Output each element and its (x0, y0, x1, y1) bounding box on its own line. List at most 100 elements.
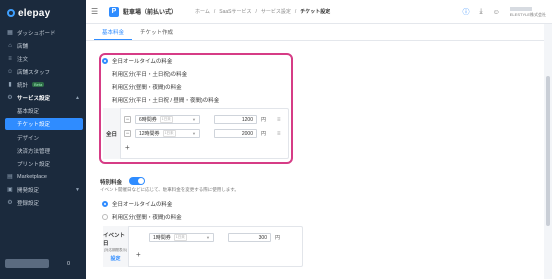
sidebar-item-staff[interactable]: ☺ 店舗スタッフ (0, 65, 86, 78)
sidebar-sub-payment[interactable]: 決済方法管理 (0, 144, 86, 157)
sidebar-item-label: 店舗 (17, 43, 29, 50)
price-unit: 円 (275, 235, 281, 241)
hamburger-menu-icon[interactable]: ☰ (91, 7, 99, 16)
sidebar-item-label: 店舗スタッフ (17, 69, 51, 76)
slot-label-text: イベント日 (103, 233, 126, 247)
help-icon[interactable]: ⓘ (463, 7, 470, 17)
basic-row-2: − 12時間券 1日未 ▼ 2000 円 ≡ (124, 129, 281, 138)
logo[interactable]: elepay (0, 0, 86, 26)
order-icon: ≡ (8, 55, 12, 62)
sidebar-sub-ticket[interactable]: チケット設定 (5, 118, 83, 130)
drag-handle-icon[interactable]: ≡ (277, 131, 281, 137)
sidebar-item-store[interactable]: ⌂ 店舗 (0, 39, 86, 52)
radio-selected[interactable] (102, 58, 108, 64)
price-input[interactable]: 1200 (214, 115, 257, 124)
price-input[interactable]: 300 (228, 233, 271, 242)
slot-settings-link[interactable]: 設定 (110, 255, 120, 262)
remove-row-button[interactable]: − (124, 116, 131, 123)
drag-handle-icon[interactable]: ≡ (277, 117, 281, 123)
company-info[interactable]: ELESTYLE株式会社 (509, 6, 546, 18)
tab-bar: 基本料金 チケット作成 (86, 24, 544, 41)
sidebar-item-registration[interactable]: ⚙ 登録設定 (0, 196, 86, 209)
breadcrumb-home[interactable]: ホーム (195, 8, 210, 15)
duration-select[interactable]: 6時間券 1日未 ▼ (135, 115, 200, 124)
duration-hint: 1日未 (162, 130, 176, 137)
duration-value: 1時間券 (153, 235, 171, 241)
duration-value: 6時間券 (139, 117, 157, 123)
special-option-daynight[interactable]: 利用区分(昼間・夜間)の料金 (102, 213, 182, 221)
download-icon[interactable]: ⤓ (480, 8, 483, 16)
chevron-down-icon: ▼ (206, 235, 210, 240)
logo-text: elepay (18, 7, 51, 19)
option-label: 全日オールタイムの料金 (112, 202, 173, 208)
special-slot-label: イベント日 (対応期間表示) 設定 (103, 226, 129, 267)
redacted-user-name (5, 259, 49, 268)
basic-option-weekday[interactable]: 利用区分(平日・土日祝)の料金 (112, 70, 187, 78)
price-input[interactable]: 2000 (214, 129, 257, 138)
sidebar: elepay ▦ ダッシュボード ⌂ 店舗 ≡ 注文 ☺ 店舗スタッフ ▮ 統計… (0, 0, 86, 279)
duration-select[interactable]: 1時間券 1日未 ▼ (149, 233, 214, 242)
sidebar-item-stats[interactable]: ▮ 統計 Beta (0, 78, 86, 91)
sidebar-item-marketplace[interactable]: ▤ Marketplace (0, 170, 86, 183)
chevron-down-icon: ▼ (192, 131, 196, 136)
option-label: 利用区分(平日・土日祝 / 昼間・夜間)の料金 (112, 98, 220, 104)
duration-hint: 1日未 (173, 234, 187, 241)
option-label: 利用区分(平日・土日祝)の料金 (112, 72, 188, 78)
sidebar-sub-basic[interactable]: 基本設定 (0, 104, 86, 117)
option-label: 全日オールタイムの料金 (112, 59, 173, 65)
chevron-down-icon: ▼ (75, 186, 80, 193)
sidebar-item-label: 注文 (17, 56, 29, 63)
sidebar-user[interactable]: 0 (5, 259, 70, 268)
user-icon[interactable]: ☺ (493, 9, 500, 16)
add-row-icon[interactable]: + (125, 143, 130, 152)
scrollbar[interactable] (544, 24, 552, 279)
sidebar-item-dev[interactable]: ▣ 開発設定 ▼ (0, 183, 86, 196)
basic-slot-label: 全日 (103, 108, 121, 159)
basic-option-daynight[interactable]: 利用区分(昼間・夜間)の料金 (112, 83, 182, 91)
chevron-down-icon: ▼ (192, 117, 196, 122)
radio-unselected[interactable] (102, 214, 108, 220)
add-row-icon[interactable]: + (136, 250, 141, 259)
sidebar-item-orders[interactable]: ≡ 注文 (0, 52, 86, 65)
sidebar-sub-print[interactable]: プリント設定 (0, 157, 86, 170)
elepay-logo-icon (7, 9, 15, 17)
tab-ticket-create[interactable]: チケット作成 (132, 24, 181, 40)
scrollbar-thumb[interactable] (546, 76, 550, 226)
sidebar-nav: ▦ ダッシュボード ⌂ 店舗 ≡ 注文 ☺ 店舗スタッフ ▮ 統計 Beta ⚙… (0, 26, 86, 209)
radio-selected[interactable] (102, 201, 108, 207)
breadcrumb-service[interactable]: サービス設定 (261, 8, 291, 15)
sidebar-item-label: ダッシュボード (17, 30, 56, 37)
main-content: 基本料金 チケット作成 全日オールタイムの料金 利用区分(平日・土日祝)の料金 … (86, 24, 544, 279)
basic-option-combined[interactable]: 利用区分(平日・土日祝 / 昼間・夜間)の料金 (112, 96, 219, 104)
redacted-user-name (509, 6, 532, 11)
special-fee-note: イベント開催日などに応じて、駐車料金を変更する際に使用します。 (100, 187, 239, 192)
company-name: ELESTYLE株式会社 (509, 11, 546, 17)
duration-select[interactable]: 12時間券 1日未 ▼ (135, 129, 200, 138)
special-fee-toggle[interactable] (129, 177, 145, 185)
slot-label-text: 全日 (105, 131, 117, 138)
duration-hint: 1日未 (159, 116, 173, 123)
option-label: 利用区分(昼間・夜間)の料金 (112, 215, 182, 221)
breadcrumb: ホーム / SaaSサービス / サービス設定 / チケット設定 (195, 8, 331, 16)
breadcrumb-current: チケット設定 (300, 9, 331, 15)
dashboard-icon: ▦ (7, 30, 13, 36)
registration-icon: ⚙ (7, 200, 13, 206)
store-icon: ⌂ (8, 42, 12, 49)
basic-option-allday[interactable]: 全日オールタイムの料金 (102, 57, 172, 65)
breadcrumb-separator: / (294, 8, 297, 15)
option-label: 利用区分(昼間・夜間)の料金 (112, 85, 182, 91)
sidebar-section-service[interactable]: ⚙ サービス設定 ▲ (0, 91, 86, 104)
sidebar-item-label: Marketplace (17, 173, 47, 180)
special-option-allday[interactable]: 全日オールタイムの料金 (102, 200, 172, 208)
special-fee-label: 特別料金 (100, 180, 123, 186)
breadcrumb-saas[interactable]: SaaSサービス (219, 8, 251, 15)
tab-basic-fee[interactable]: 基本料金 (94, 24, 133, 40)
price-unit: 円 (261, 131, 267, 137)
basic-row-1: − 6時間券 1日未 ▼ 1200 円 ≡ (124, 115, 281, 124)
sidebar-sub-design[interactable]: デザイン (0, 131, 86, 144)
special-row-1: 1時間券 1日未 ▼ 300 円 (149, 233, 287, 242)
service-icon: ⚙ (7, 95, 13, 101)
sidebar-item-dashboard[interactable]: ▦ ダッシュボード (0, 26, 86, 39)
remove-row-button[interactable]: − (124, 130, 131, 137)
app-name: 駐車場（前払い式） (123, 10, 178, 16)
